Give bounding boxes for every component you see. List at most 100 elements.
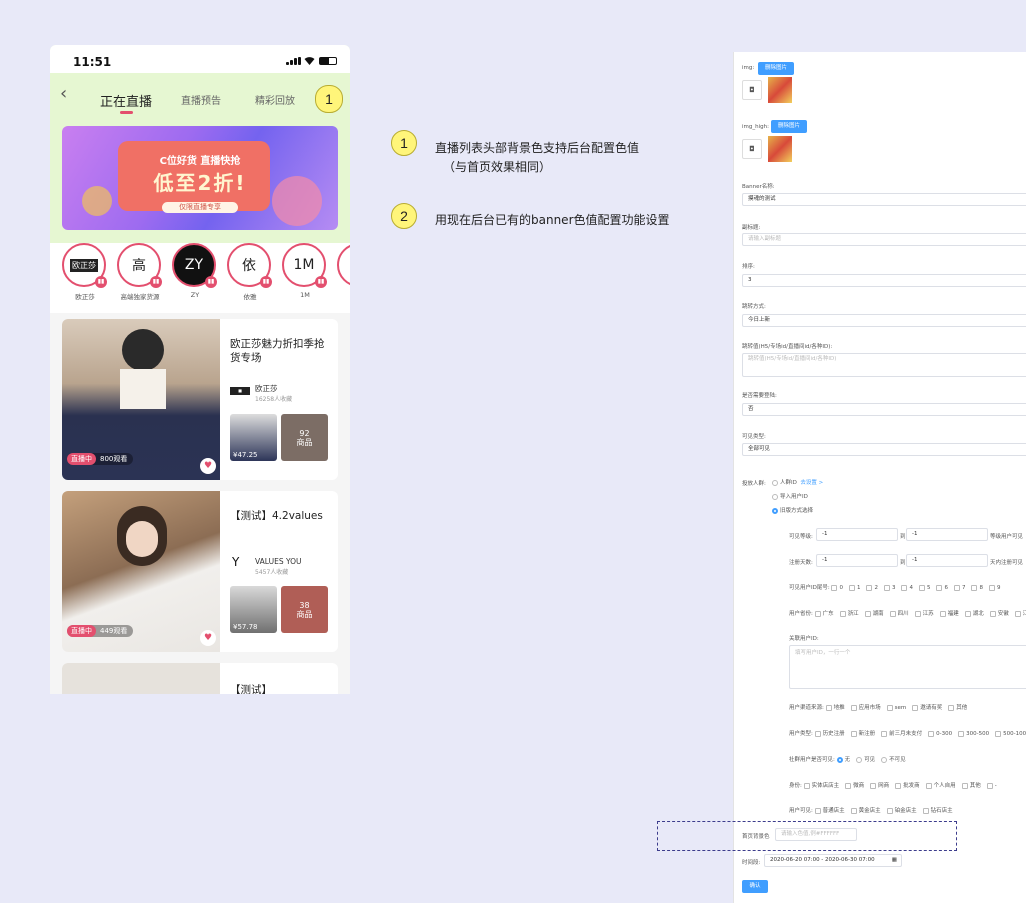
reg-label: 注册天数: (789, 560, 813, 566)
to-label: 到 (900, 560, 906, 566)
camera-icon[interactable]: ◘ (742, 80, 762, 100)
tab-live-preview[interactable]: 直播预告 (181, 92, 221, 107)
type-row: 用户类型: 历史注册新注册前三月未支付0-300300-500500-1000 (789, 729, 1026, 737)
chan-option[interactable]: 地推 (825, 704, 845, 711)
camera-icon[interactable]: ◘ (742, 139, 762, 159)
sort-label: 排序: (742, 264, 755, 270)
live-card[interactable]: 直播中 800观看 ♥ 欧正莎魅力折扣季抢货专场 ■ 欧正莎 16258人收藏 ¥… (62, 319, 338, 480)
vis2-option[interactable]: 普通店主 (814, 807, 845, 814)
chan-option[interactable]: 邀请有奖 (912, 704, 942, 711)
audience-radio-legacy[interactable]: 旧版方式选择 (772, 506, 813, 514)
prov-option[interactable]: 安徽 (989, 610, 1009, 617)
brand-item[interactable]: 依 ▮▮ 依雅 (227, 243, 273, 301)
live-card[interactable]: 【测试】 (62, 663, 338, 694)
banner-title: 低至2折! (153, 171, 247, 195)
marker-1-badge: 1 (315, 85, 343, 113)
comm-option[interactable]: 可见 (856, 756, 875, 763)
level-from-input[interactable]: -1 (816, 528, 898, 541)
product-thumb[interactable]: ¥47.25 (230, 414, 277, 461)
prov-option[interactable]: 江苏 (914, 610, 934, 617)
reg-suffix: 天内注册可见 (990, 560, 1024, 566)
chan-option[interactable]: 应用市场 (850, 704, 881, 711)
chan-option[interactable]: sem (886, 704, 906, 711)
more-products[interactable]: 92 商品 (281, 414, 328, 461)
visible-label: 可见类型: (742, 434, 766, 440)
type-option[interactable]: 新注册 (850, 730, 875, 737)
time-range-input[interactable]: 2020-06-20 07:00 - 2020-06-30 07:00 ▦ (764, 854, 902, 867)
highlight-box (657, 821, 957, 851)
reg-from-input[interactable]: -1 (816, 554, 898, 567)
live-banner[interactable]: C位好货 直播快抢 低至2折! 仅限直播专享 (62, 126, 338, 230)
id-option[interactable]: - (986, 782, 997, 789)
type-option[interactable]: 500-1000 (995, 730, 1026, 737)
tab-live-now[interactable]: 正在直播 (100, 91, 152, 110)
tail-option[interactable]: 2 (866, 584, 878, 591)
type-option[interactable]: 前三月未支付 (881, 730, 922, 737)
to-label: 到 (900, 534, 906, 540)
heart-icon[interactable]: ♥ (200, 630, 216, 646)
heart-icon[interactable]: ♥ (200, 458, 216, 474)
brand-item[interactable]: ZY ▮▮ ZY (172, 243, 218, 299)
prov-option[interactable]: 广东 (814, 610, 834, 617)
type-option[interactable]: 0-300 (928, 730, 952, 737)
level-to-input[interactable]: -1 (906, 528, 988, 541)
login-select[interactable]: 否 (742, 403, 1026, 416)
comm-option[interactable]: 无 (836, 756, 850, 763)
id-option[interactable]: 其他 (961, 782, 981, 789)
prov-option[interactable]: 浙江 (839, 610, 859, 617)
tail-option[interactable]: 3 (883, 584, 895, 591)
chan-option[interactable]: 其他 (948, 704, 967, 711)
sort-input[interactable]: 3 (742, 274, 1026, 287)
back-icon[interactable]: ‹ (60, 83, 67, 104)
audience-link[interactable]: 去设置 > (800, 480, 823, 486)
visible-select[interactable]: 全部可见 (742, 443, 1026, 456)
tail-option[interactable]: 7 (953, 584, 965, 591)
jump-value-input[interactable]: 跳转值(H5/专场id/直播间id/各种ID) (742, 353, 1026, 377)
delete-img-button[interactable]: 删除图片 (758, 62, 794, 75)
id-option[interactable]: 实体店店主 (803, 782, 839, 789)
prov-option[interactable]: 福建 (939, 610, 959, 617)
tail-option[interactable]: 4 (901, 584, 913, 591)
tail-option[interactable]: 8 (971, 584, 983, 591)
subtitle-label: 副标题: (742, 225, 761, 231)
tab-replay[interactable]: 精彩回放 (255, 92, 295, 107)
prov-option[interactable]: 四川 (889, 610, 909, 617)
prov-option[interactable]: 湖北 (964, 610, 984, 617)
brand-item[interactable]: 1M ▮▮ 1M (282, 243, 328, 299)
brand-item[interactable]: 欧正莎 ▮▮ 欧正莎 (62, 243, 108, 301)
jump-select[interactable]: 今日上新 (742, 314, 1026, 327)
tail-option[interactable]: 1 (848, 584, 860, 591)
tail-option[interactable]: 0 (831, 584, 843, 591)
id-option[interactable]: 个人自用 (925, 782, 956, 789)
prov-option[interactable]: 湖南 (864, 610, 884, 617)
vis2-option[interactable]: 铂金店主 (886, 807, 917, 814)
prov-option[interactable]: 江西 (1014, 610, 1026, 617)
brand-item[interactable]: 高端 (337, 243, 350, 301)
id-option[interactable]: 网商 (870, 782, 889, 789)
vis2-option[interactable]: 黄金店主 (850, 807, 881, 814)
brand-item[interactable]: 高 ▮▮ 高端独家货源 (117, 243, 163, 301)
banner-name-input[interactable]: 摸魂的测试 (742, 193, 1026, 206)
type-option[interactable]: 历史注册 (814, 730, 845, 737)
values-logo-icon: Y (232, 555, 240, 569)
linked-label: 关联用户ID: (789, 636, 819, 642)
vis2-option[interactable]: 钻石店主 (922, 807, 953, 814)
tail-option[interactable]: 6 (936, 584, 948, 591)
audience-radio-crowd[interactable]: 人群ID 去设置 > (772, 478, 823, 486)
tab-indicator (120, 111, 133, 114)
delete-img-high-button[interactable]: 删除图片 (771, 120, 807, 133)
type-option[interactable]: 300-500 (958, 730, 989, 737)
id-option[interactable]: 批发商 (895, 782, 920, 789)
linked-textarea[interactable]: 填写用户ID，一行一个 (789, 645, 1026, 689)
product-thumb[interactable]: ¥57.78 (230, 586, 277, 633)
subtitle-input[interactable]: 请输入副标题 (742, 233, 1026, 246)
more-products[interactable]: 38 商品 (281, 586, 328, 633)
tail-option[interactable]: 5 (918, 584, 930, 591)
comm-option[interactable]: 不可见 (881, 756, 906, 763)
audience-radio-import[interactable]: 导入用户ID (772, 492, 808, 500)
tail-option[interactable]: 9 (988, 584, 1000, 591)
confirm-button[interactable]: 确认 (742, 880, 768, 893)
reg-to-input[interactable]: -1 (906, 554, 988, 567)
id-option[interactable]: 微商 (845, 782, 864, 789)
live-card[interactable]: 直播中 449观看 ♥ 【测试】4.2values Y VALUES YOU 54… (62, 491, 338, 652)
